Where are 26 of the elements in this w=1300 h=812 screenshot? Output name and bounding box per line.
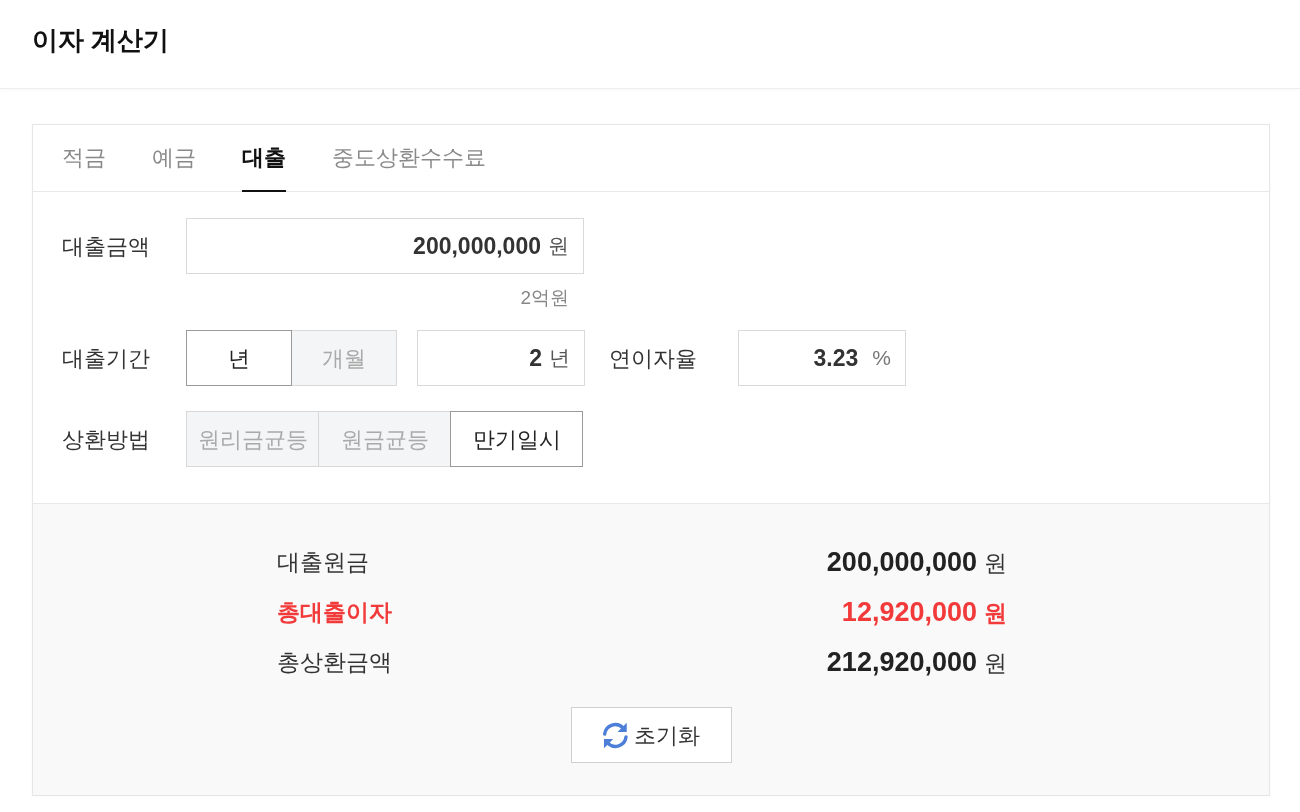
unit-label: 원	[984, 599, 1007, 626]
field-label: 대출금액	[62, 232, 151, 261]
segment-button[interactable]: 만기일시	[450, 411, 583, 467]
field-label: 연이자율	[608, 344, 698, 373]
result-value: 212,920,000	[826, 646, 977, 677]
field-label: 상환방법	[62, 425, 151, 454]
amount-field[interactable]: 200,000,000 원	[186, 218, 584, 274]
result-value: 12,920,000	[841, 596, 977, 627]
unit-label: 년	[549, 345, 570, 372]
reset-button[interactable]: 초기화	[570, 707, 732, 763]
amount-hint: 2억원	[520, 287, 569, 308]
result-label: 총상환금액	[277, 647, 392, 677]
result-value: 200,000,000	[826, 546, 977, 577]
field-label: 대출기간	[62, 344, 151, 373]
unit-label: 원	[984, 549, 1007, 576]
tab[interactable]: 대출	[242, 125, 286, 192]
result-label: 총대출이자	[277, 597, 392, 627]
unit-label: %	[872, 345, 891, 372]
unit-label: 원	[984, 649, 1007, 676]
unit-label: 원	[548, 233, 569, 260]
period-field[interactable]: 2 년	[417, 330, 585, 386]
refresh-icon	[602, 721, 628, 749]
rate-field[interactable]: 3.23 %	[738, 330, 906, 386]
segment-button[interactable]: 년	[186, 330, 292, 386]
result-label: 대출원금	[277, 547, 369, 577]
page-title: 이자 계산기	[32, 25, 170, 58]
